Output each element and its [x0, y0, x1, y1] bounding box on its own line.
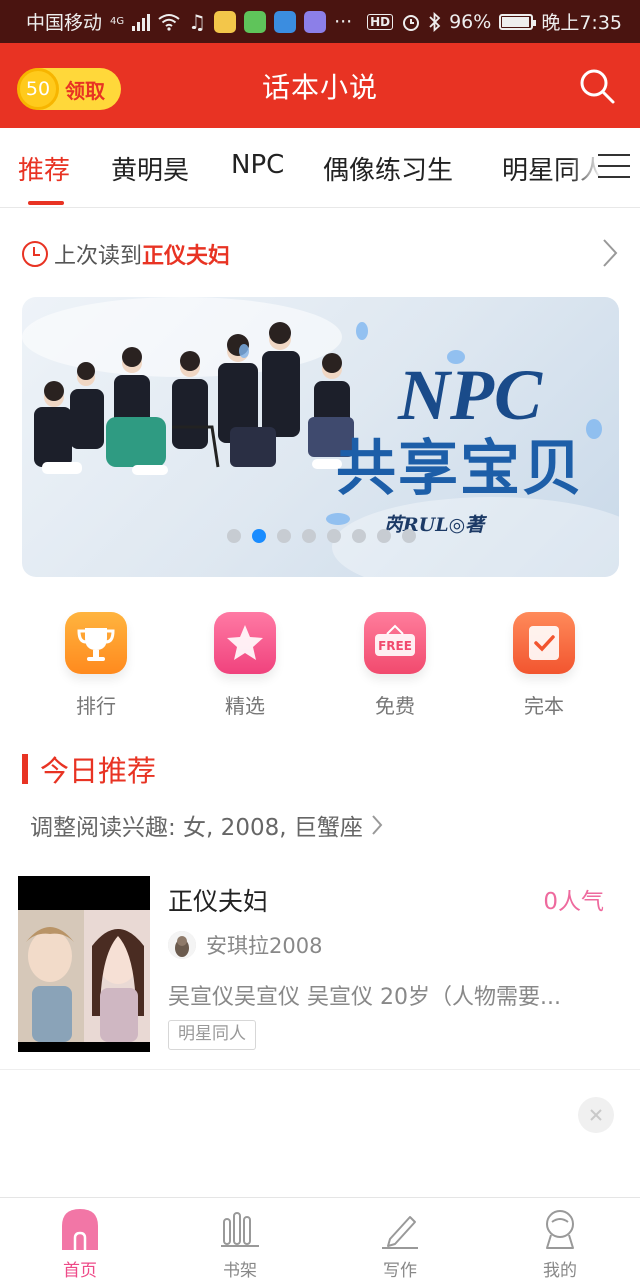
app-notification-icon: [214, 10, 237, 33]
voice-app-icon: [274, 10, 297, 33]
bottom-navigation: 首页 书架 写作 我的: [0, 1197, 640, 1281]
tab-recommend[interactable]: 推荐: [18, 150, 70, 187]
close-icon[interactable]: [578, 1097, 614, 1133]
svg-text:FREE: FREE: [378, 639, 412, 653]
active-tab-indicator: [28, 201, 64, 205]
last-read-row[interactable]: 上次读到 正仪夫妇: [22, 232, 622, 276]
free-sign-icon: FREE: [364, 612, 426, 674]
tab-huang-ming-hao[interactable]: 黄明昊: [111, 150, 189, 187]
adjust-interest-link[interactable]: 调整阅读兴趣: 女, 2008, 巨蟹座: [30, 808, 383, 842]
app-title: 话本小说: [261, 70, 378, 104]
tabs-menu-icon[interactable]: [598, 154, 630, 180]
network-type: 4G: [110, 16, 125, 27]
nav-write-label: 写作: [383, 1261, 417, 1281]
check-notebook-icon: [513, 612, 575, 674]
more-notifications-icon: ···: [334, 10, 353, 33]
history-clock-icon: [22, 241, 48, 267]
nav-home-label: 首页: [63, 1261, 97, 1281]
pagination-dot[interactable]: [377, 529, 391, 543]
claim-label: 领取: [65, 78, 105, 103]
nav-write[interactable]: 写作: [355, 1206, 445, 1281]
pen-icon: [355, 1206, 445, 1252]
battery-percent: 96%: [449, 10, 492, 33]
nav-bookshelf-label: 书架: [223, 1261, 257, 1281]
ranking-label: 排行: [76, 694, 116, 718]
featured-label: 精选: [225, 694, 265, 718]
author-avatar: [168, 931, 196, 959]
completed-label: 完本: [524, 694, 564, 718]
book-description: 吴宣仪吴宣仪 吴宣仪 20岁（人物需要...: [168, 985, 561, 1010]
wifi-icon: [158, 13, 180, 31]
free-shortcut[interactable]: FREE 免费: [350, 612, 440, 719]
banner-subtitle: 共享宝贝: [336, 434, 584, 504]
coin-icon: 50: [17, 68, 59, 110]
section-accent-bar: [22, 754, 28, 784]
battery-icon: [499, 13, 537, 30]
book-card[interactable]: 正仪夫妇 0人气 安琪拉2008 吴宣仪吴宣仪 吴宣仪 20岁（人物需要... …: [18, 876, 622, 1052]
ranking-shortcut[interactable]: 排行: [51, 612, 141, 719]
featured-shortcut[interactable]: 精选: [200, 612, 290, 719]
category-tabs: 推荐 黄明昊 NPC 偶像练习生 明星同人: [0, 128, 640, 208]
nav-profile-label: 我的: [543, 1261, 577, 1281]
bookshelf-icon: [195, 1206, 285, 1252]
nav-bookshelf[interactable]: 书架: [195, 1206, 285, 1281]
completed-shortcut[interactable]: 完本: [499, 612, 589, 719]
tab-npc[interactable]: NPC: [231, 150, 284, 180]
interest-text: 调整阅读兴趣: 女, 2008, 巨蟹座: [30, 815, 363, 841]
tab-idol-producer[interactable]: 偶像练习生: [323, 150, 453, 187]
video-app-icon: [244, 10, 267, 33]
clock-time: 晚上7:35: [541, 12, 622, 34]
pagination-dot-active[interactable]: [252, 529, 266, 543]
status-bar: 中国移动 4G ♫ ··· HD 96% 晚上7:35: [0, 0, 640, 43]
claim-coins-button[interactable]: 50 领取: [17, 68, 121, 110]
book-title[interactable]: 正仪夫妇: [168, 882, 268, 918]
signal-icon: [132, 13, 151, 31]
nav-profile[interactable]: 我的: [515, 1206, 605, 1281]
last-read-book: 正仪夫妇: [142, 244, 231, 269]
chevron-right-icon: [603, 239, 618, 267]
pagination-dot[interactable]: [402, 529, 416, 543]
book-tag[interactable]: 明星同人: [168, 1020, 256, 1050]
promo-banner[interactable]: NPC 共享宝贝 芮RUL◎著: [22, 297, 619, 577]
app-header: 50 领取 话本小说: [0, 43, 640, 128]
divider: [0, 1069, 640, 1070]
bluetooth-icon: [429, 11, 441, 32]
trophy-icon: [65, 612, 127, 674]
pagination-dot[interactable]: [277, 529, 291, 543]
banner-pagination: [227, 529, 416, 543]
last-read-prefix: 上次读到: [54, 244, 143, 269]
home-icon: [35, 1206, 125, 1252]
author-row[interactable]: 安琪拉2008: [168, 930, 322, 960]
profile-icon: [515, 1206, 605, 1252]
pagination-dot[interactable]: [327, 529, 341, 543]
star-icon: [214, 612, 276, 674]
category-shortcuts: 排行 精选 FREE 免费 完本: [0, 612, 640, 722]
pagination-dot[interactable]: [227, 529, 241, 543]
hd-badge: HD: [367, 13, 394, 30]
music-app-icon: [304, 10, 327, 33]
music-note-icon: ♫: [188, 9, 207, 34]
carrier-label: 中国移动: [26, 12, 103, 34]
chevron-right-icon: [372, 815, 383, 835]
nav-home[interactable]: 首页: [35, 1206, 125, 1281]
pagination-dot[interactable]: [302, 529, 316, 543]
banner-title: NPC: [397, 355, 543, 435]
section-title: 今日推荐: [40, 754, 157, 788]
popularity-count: 0人气: [543, 889, 604, 915]
author-name: 安琪拉2008: [206, 934, 323, 958]
book-cover[interactable]: [18, 876, 150, 1052]
free-label: 免费: [375, 694, 415, 718]
alarm-icon: [403, 14, 420, 31]
section-header: 今日推荐: [22, 748, 156, 790]
pagination-dot[interactable]: [352, 529, 366, 543]
search-icon[interactable]: [578, 67, 616, 105]
